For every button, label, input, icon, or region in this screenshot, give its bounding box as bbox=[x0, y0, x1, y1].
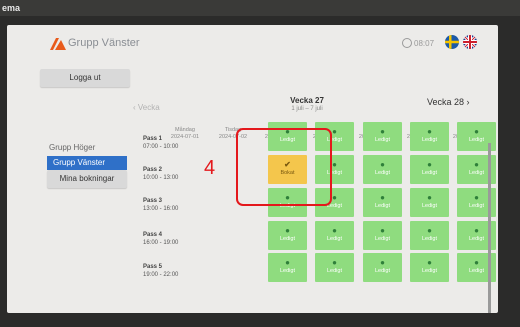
dot-icon: ● bbox=[285, 226, 290, 235]
slot-label: Ledigt bbox=[375, 170, 390, 176]
current-week-range: 1 juli – 7 juli bbox=[291, 106, 323, 112]
clock-time: 08:07 bbox=[414, 39, 435, 48]
app-header: Grupp Vänster 08:07 bbox=[7, 25, 498, 61]
pass-label: Pass 3 13:00 - 16:00 bbox=[143, 197, 178, 213]
slot-free[interactable]: ● Ledigt bbox=[410, 221, 449, 250]
slot-label: Ledigt bbox=[375, 236, 390, 242]
slot-free[interactable]: ● Ledigt bbox=[268, 221, 307, 250]
dot-icon: ● bbox=[332, 258, 337, 267]
annotation-number: 4 bbox=[204, 157, 216, 179]
dot-icon: ● bbox=[427, 226, 432, 235]
pass-name: Pass 1 bbox=[143, 136, 163, 142]
annotation-box bbox=[236, 128, 332, 206]
corner-label: ema bbox=[2, 3, 21, 13]
clock: 08:07 bbox=[402, 38, 434, 48]
slot-free[interactable]: ● Ledigt bbox=[410, 122, 449, 151]
slot-label: Ledigt bbox=[375, 268, 390, 274]
pass-name: Pass 4 bbox=[143, 232, 163, 238]
slot-label: Ledigt bbox=[469, 203, 484, 209]
dot-icon: ● bbox=[380, 193, 385, 202]
dot-icon: ● bbox=[427, 127, 432, 136]
slot-free[interactable]: ● Ledigt bbox=[315, 253, 354, 282]
dot-icon: ● bbox=[380, 160, 385, 169]
slot-free[interactable]: ● Ledigt bbox=[363, 221, 402, 250]
slot-label: Ledigt bbox=[375, 137, 390, 143]
prev-week-button[interactable]: ‹ Vecka bbox=[133, 103, 160, 112]
pass-time: 13:00 - 16:00 bbox=[143, 206, 179, 212]
dot-icon: ● bbox=[380, 226, 385, 235]
slot-label: Ledigt bbox=[327, 268, 342, 274]
dot-icon: ● bbox=[380, 258, 385, 267]
prev-week-label: Vecka bbox=[137, 103, 160, 112]
slot-label: Ledigt bbox=[375, 203, 390, 209]
pass-label: Pass 1 07:00 - 10:00 bbox=[143, 135, 178, 151]
slot-label: Ledigt bbox=[469, 170, 484, 176]
swedish-flag-icon[interactable] bbox=[445, 35, 459, 49]
next-week-button[interactable]: Vecka 28 › bbox=[427, 97, 470, 107]
group-vanster-item[interactable]: Grupp Vänster bbox=[47, 156, 127, 170]
slot-label: Ledigt bbox=[422, 137, 437, 143]
uk-flag-icon[interactable] bbox=[463, 35, 477, 49]
pass-name: Pass 5 bbox=[143, 264, 163, 270]
pass-time: 10:00 - 13:00 bbox=[143, 175, 179, 181]
slot-free[interactable]: ● Ledigt bbox=[410, 155, 449, 184]
slot-label: Ledigt bbox=[422, 170, 437, 176]
dot-icon: ● bbox=[427, 258, 432, 267]
pass-time: 07:00 - 10:00 bbox=[143, 144, 179, 150]
slot-free[interactable]: ● Ledigt bbox=[363, 188, 402, 217]
my-bookings-button[interactable]: Mina bokningar bbox=[47, 170, 127, 188]
slot-label: Ledigt bbox=[280, 268, 295, 274]
dot-icon: ● bbox=[474, 127, 479, 136]
logout-button[interactable]: Logga ut bbox=[40, 69, 130, 87]
slot-label: Ledigt bbox=[469, 137, 484, 143]
slot-label: Ledigt bbox=[422, 236, 437, 242]
slot-free[interactable]: ● Ledigt bbox=[410, 253, 449, 282]
dot-icon: ● bbox=[380, 127, 385, 136]
pass-name: Pass 2 bbox=[143, 167, 163, 173]
pass-label: Pass 4 16:00 - 19:00 bbox=[143, 231, 178, 247]
pass-time: 19:00 - 22:00 bbox=[143, 272, 179, 278]
pass-time: 16:00 - 19:00 bbox=[143, 240, 179, 246]
current-week-title: Vecka 27 bbox=[290, 96, 324, 105]
slot-label: Ledigt bbox=[469, 268, 484, 274]
pass-name: Pass 3 bbox=[143, 198, 163, 204]
day-name: Måndag bbox=[175, 127, 195, 133]
clock-icon bbox=[402, 38, 412, 48]
app-title: Grupp Vänster bbox=[68, 37, 140, 49]
slot-free[interactable]: ● Ledigt bbox=[315, 221, 354, 250]
slot-label: Ledigt bbox=[422, 268, 437, 274]
slot-free[interactable]: ● Ledigt bbox=[363, 155, 402, 184]
slot-free[interactable]: ● Ledigt bbox=[410, 188, 449, 217]
next-week-label: Vecka 28 bbox=[427, 97, 465, 107]
slot-label: Ledigt bbox=[469, 236, 484, 242]
slot-free[interactable]: ● Ledigt bbox=[363, 253, 402, 282]
pass-label: Pass 5 19:00 - 22:00 bbox=[143, 263, 178, 279]
slot-label: Ledigt bbox=[327, 236, 342, 242]
group-hoger-item[interactable]: Grupp Höger bbox=[49, 143, 95, 152]
dot-icon: ● bbox=[427, 193, 432, 202]
slot-free[interactable]: ● Ledigt bbox=[363, 122, 402, 151]
dot-icon: ● bbox=[285, 258, 290, 267]
scrollbar[interactable] bbox=[488, 143, 491, 313]
chevron-right-icon: › bbox=[464, 97, 470, 107]
slot-free[interactable]: ● Ledigt bbox=[268, 253, 307, 282]
slot-label: Ledigt bbox=[280, 236, 295, 242]
logo-icon bbox=[50, 38, 66, 50]
dot-icon: ● bbox=[427, 160, 432, 169]
slot-label: Ledigt bbox=[422, 203, 437, 209]
pass-label: Pass 2 10:00 - 13:00 bbox=[143, 166, 178, 182]
dot-icon: ● bbox=[332, 226, 337, 235]
